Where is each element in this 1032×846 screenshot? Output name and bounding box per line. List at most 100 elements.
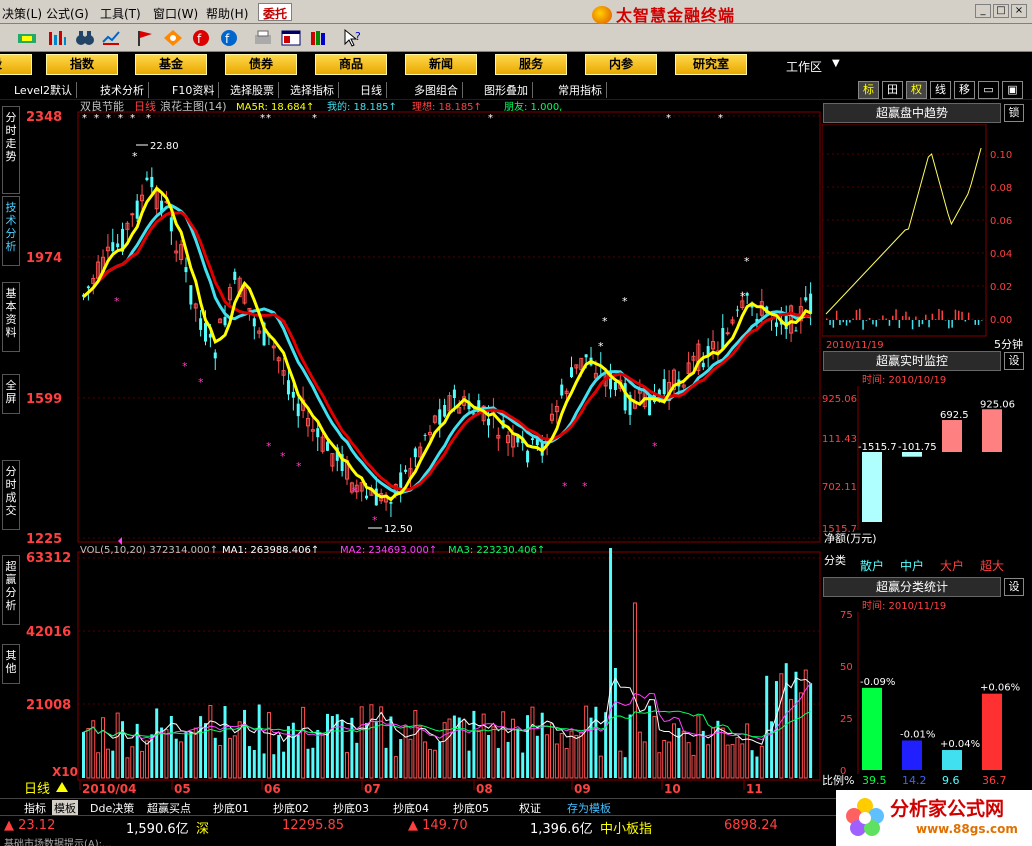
nav-index[interactable]: 指数 [46,54,118,75]
btab-bottom03[interactable]: 抄底03 [333,800,369,816]
tab-technical[interactable]: 技术分析 [2,196,20,266]
sub-btn-zoom[interactable]: ▣ [1002,81,1023,99]
stats-settings[interactable]: 设 [1004,578,1024,596]
sub-btn-right[interactable]: 权 [906,81,927,99]
btab-indicator[interactable]: 指标 [24,800,46,816]
nav-fund[interactable]: 基金 [135,54,207,75]
f-red-icon[interactable]: f [190,28,212,48]
volume-bar [393,756,398,779]
category-label: 超大 [980,558,1004,573]
btab-buypoint[interactable]: 超赢买点 [147,800,191,816]
sub-btn-grid[interactable]: 田 [882,81,903,99]
tab-fullscreen[interactable]: 全屏 [2,374,20,414]
tab-intraday[interactable]: 分时走势 [2,106,20,194]
sub-select-stock[interactable]: 选择股票 [230,82,279,98]
monitor-settings[interactable]: 设 [1004,352,1024,370]
signal-star-pink: * [182,360,188,373]
help-pointer-icon[interactable]: ? [342,28,364,48]
tab-fundamental[interactable]: 基本资料 [2,282,20,352]
watermark-title: 分析家公式网 [890,798,1005,820]
check-chart-icon[interactable] [100,28,122,48]
volume-bar [628,714,632,778]
period-triangle-icon[interactable] [56,782,68,792]
sub-daily[interactable]: 日线 [360,82,387,98]
close-button[interactable]: × [1011,4,1027,18]
nav-insider[interactable]: 内参 [585,54,657,75]
sub-btn-window[interactable]: ▭ [978,81,999,99]
sub-btn-mark[interactable]: 标 [858,81,879,99]
sub-tech[interactable]: 技术分析 [100,82,149,98]
sub-common[interactable]: 常用指标 [558,82,607,98]
print-icon[interactable] [252,28,274,48]
nav-bond[interactable]: 债券 [225,54,297,75]
btab-bottom05[interactable]: 抄底05 [453,800,489,816]
tab-other[interactable]: 其他 [2,644,20,684]
workarea-label[interactable]: 工作区 [786,58,822,75]
binoculars-icon[interactable] [74,28,96,48]
menu-help[interactable]: 帮助(H) [206,5,248,22]
window-icon[interactable] [280,28,302,48]
volume-bar [784,663,788,778]
menu-window[interactable]: 窗口(W) [153,5,198,22]
stock-name: 双良节能 [80,100,124,113]
sub-f10[interactable]: F10资料 [172,82,220,98]
menu-decision[interactable]: 决策(L) [2,5,42,22]
books-icon[interactable] [308,28,330,48]
lock-button[interactable]: 锁 [1004,104,1024,122]
main-indicator: 浪花主图(14) [160,100,227,113]
chart-canvas[interactable]: * * * * * * * * * * * ********** ****** ** 2348 1974 … [22,100,822,800]
btab-template[interactable]: 模板 [52,800,78,816]
bars-icon[interactable] [46,28,68,48]
diamond-icon[interactable] [162,28,184,48]
flower-logo-icon [846,798,884,836]
kline-chart[interactable]: * * * * * * * * * * * * * * * * * * * * * * * * * * * * * 2348 1974 … [22,100,822,800]
nav-news[interactable]: 新闻 [405,54,477,75]
signal-star-white: * [598,340,604,353]
btab-bottom04[interactable]: 抄底04 [393,800,429,816]
volume-bar [789,698,794,779]
sub-multi[interactable]: 多图组合 [414,82,463,98]
stats-bar [982,693,1002,770]
nav-commodity[interactable]: 商品 [315,54,387,75]
period-indicator[interactable]: 日线 [24,782,50,797]
nav-service[interactable]: 服务 [495,54,567,75]
tab-ticks[interactable]: 分时成交 [2,460,20,530]
volume-bar [96,752,101,779]
btab-bottom02[interactable]: 抄底02 [273,800,309,816]
stats-y-label: 25 [840,714,853,725]
candle-down [365,495,369,499]
volume-bar [447,718,452,779]
monitor-value: -101.75 [898,442,937,453]
btab-dde[interactable]: Dde决策 [90,800,134,816]
maximize-button[interactable]: □ [993,4,1009,18]
tab-chaoying[interactable]: 超赢分析 [2,555,20,625]
price-pane-border [77,111,821,543]
nav-research[interactable]: 研究室 [675,54,747,75]
volume-bar [257,704,261,778]
signal-star: * [260,113,265,124]
btab-warrant[interactable]: 权证 [519,800,541,816]
menu-formula[interactable]: 公式(G) [46,5,89,22]
volume-bar [227,737,232,779]
volume-bar [199,716,203,778]
quote-icon[interactable] [16,28,38,48]
volume-bar [144,740,149,779]
watermark: 分析家公式网 www.88gs.com [836,790,1032,846]
flag-icon[interactable] [134,28,156,48]
weituo-button[interactable]: 委托 [258,3,293,21]
nav-stock[interactable]: 股 [0,54,32,75]
sub-overlay[interactable]: 图形叠加 [484,82,533,98]
candle-down [169,217,173,232]
sub-btn-line[interactable]: 线 [930,81,951,99]
volume-bar [798,692,803,779]
btab-bottom01[interactable]: 抄底01 [213,800,249,816]
f-blue-icon[interactable]: f [218,28,240,48]
btab-save-template[interactable]: 存为模板 [567,800,611,816]
minimize-button[interactable]: _ [975,4,991,18]
sub-level2[interactable]: Level2默认 [14,82,78,98]
menu-tools[interactable]: 工具(T) [100,5,141,22]
workarea-dropdown-icon[interactable]: ▼ [832,58,840,69]
sub-select-indicator[interactable]: 选择指标 [290,82,339,98]
volume-bar [355,742,359,778]
sub-btn-move[interactable]: 移 [954,81,975,99]
